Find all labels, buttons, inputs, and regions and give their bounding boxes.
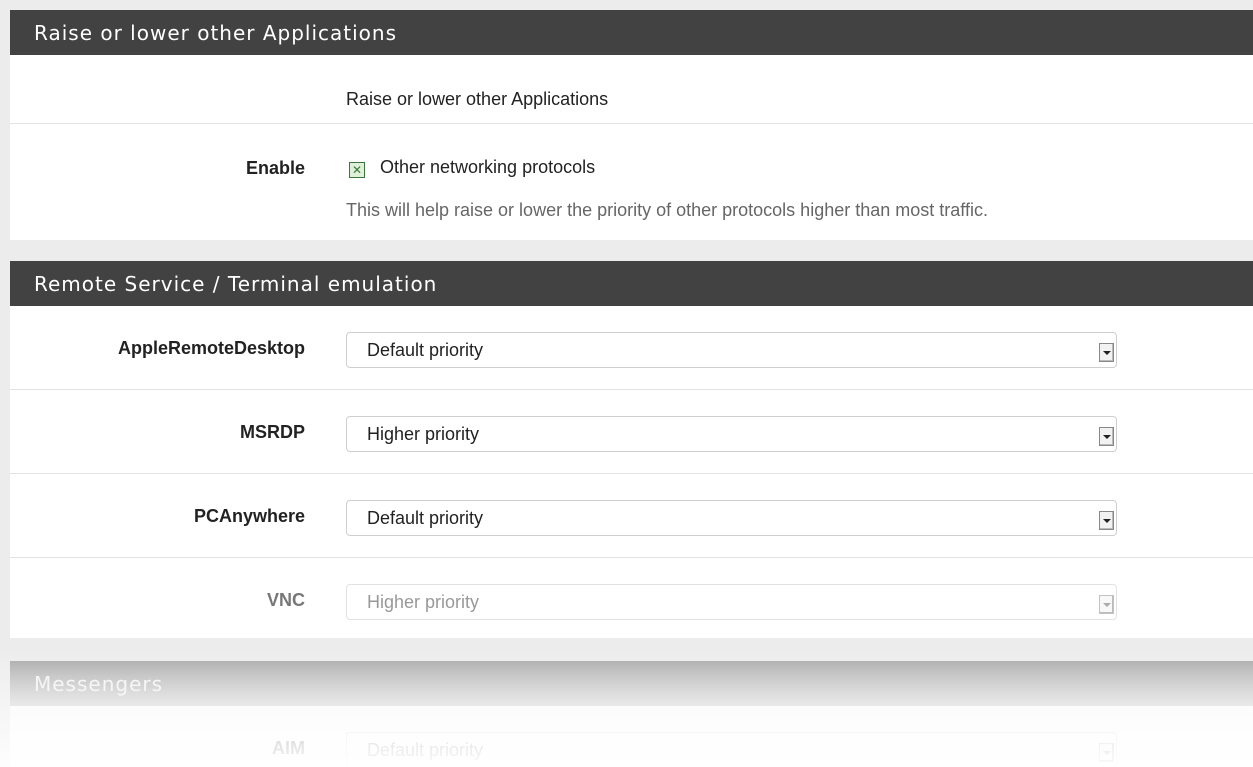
checkbox-label[interactable]: Other networking protocols — [380, 157, 595, 178]
setting-label: PCAnywhere — [193, 506, 305, 526]
priority-select[interactable]: Default priority — [346, 332, 1117, 368]
setting-label: AIM — [272, 738, 305, 758]
section-body-messengers: AIM Default priority — [10, 706, 1253, 767]
section-title: Raise or lower other Applications — [34, 20, 398, 45]
section-title: Remote Service / Terminal emulation — [34, 271, 438, 296]
setting-label: VNC — [266, 590, 305, 610]
setting-row-vnc: VNC Higher priority — [10, 558, 1253, 638]
enable-row: Enable ✕ Other networking protocols This… — [10, 124, 1253, 240]
check-icon: ✕ — [351, 163, 363, 177]
priority-select[interactable]: Higher priority — [346, 584, 1117, 620]
section-body-raise-lower: Raise or lower other Applications Enable… — [10, 55, 1253, 240]
select-value: Default priority — [367, 340, 484, 360]
dropdown-arrow-icon[interactable] — [1099, 427, 1114, 446]
setting-label: AppleRemoteDesktop — [117, 338, 305, 358]
dropdown-arrow-icon[interactable] — [1099, 511, 1114, 530]
setting-row-msrdp: MSRDP Higher priority — [10, 390, 1253, 474]
priority-select[interactable]: Default priority — [346, 500, 1117, 536]
section-description: Raise or lower other Applications — [346, 89, 609, 109]
select-value: Higher priority — [367, 592, 480, 612]
dropdown-arrow-icon[interactable] — [1099, 595, 1114, 614]
setting-row-appleremotedesktop: AppleRemoteDesktop Default priority — [10, 306, 1253, 390]
select-value: Default priority — [367, 508, 484, 528]
priority-select[interactable]: Higher priority — [346, 416, 1117, 452]
page: Raise or lower other Applications Raise … — [0, 0, 1253, 767]
enable-checkbox[interactable]: ✕ — [349, 162, 365, 178]
section-title: Messengers — [34, 671, 164, 696]
section-heading-messengers: Messengers — [10, 661, 1253, 706]
setting-row-aim: AIM Default priority — [10, 706, 1253, 767]
enable-label: Enable — [245, 158, 305, 178]
priority-select[interactable]: Default priority — [346, 732, 1117, 767]
dropdown-arrow-icon[interactable] — [1099, 343, 1114, 362]
dropdown-arrow-icon[interactable] — [1099, 743, 1114, 762]
section-heading-remote: Remote Service / Terminal emulation — [10, 261, 1253, 306]
description-row: Raise or lower other Applications — [10, 55, 1253, 124]
setting-row-pcanywhere: PCAnywhere Default priority — [10, 474, 1253, 558]
section-heading-raise-lower: Raise or lower other Applications — [10, 10, 1253, 55]
section-body-remote: AppleRemoteDesktop Default priority MSRD… — [10, 306, 1253, 638]
help-text: This will help raise or lower the priori… — [346, 200, 988, 220]
select-value: Default priority — [367, 740, 484, 760]
setting-label: MSRDP — [239, 422, 305, 442]
select-value: Higher priority — [367, 424, 480, 444]
